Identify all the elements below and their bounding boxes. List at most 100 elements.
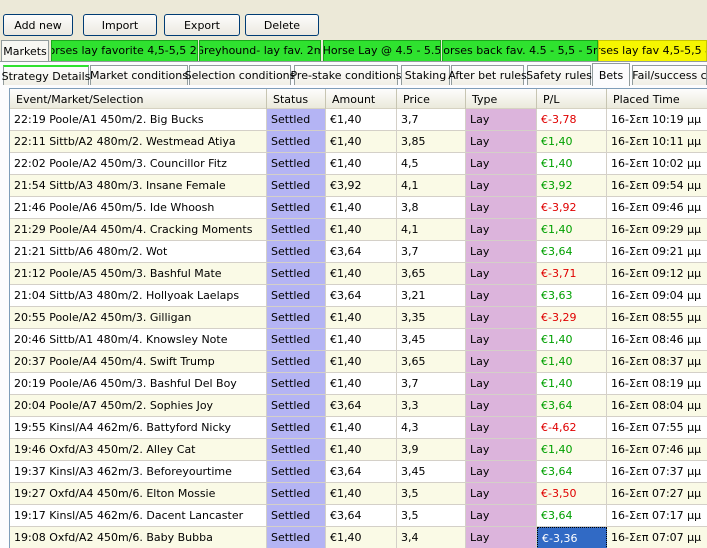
cell-type: Lay — [466, 461, 537, 483]
import-button[interactable]: Import — [83, 14, 157, 36]
cell-price: 3,65 — [397, 351, 466, 373]
add-new-button[interactable]: Add new — [3, 14, 73, 36]
cell-pl: €1,40 — [537, 351, 607, 373]
cell-event: 21:54 Sittb/A3 480m/3. Insane Female — [10, 175, 267, 197]
table-row[interactable]: 21:54 Sittb/A3 480m/3. Insane Female Sett… — [10, 175, 707, 197]
column-header-pl[interactable]: P/L — [537, 89, 607, 109]
cell-pl: €3,64 — [537, 241, 607, 263]
market-tab[interactable]: horses back fav. 4.5 - 5,5 - 5m — [442, 40, 598, 62]
tab-fail-success-c[interactable]: Fail/success c — [632, 65, 707, 85]
cell-pl: €3,64 — [537, 395, 607, 417]
cell-status: Settled — [267, 109, 326, 131]
cell-amount: €1,40 — [326, 153, 397, 175]
cell-status: Settled — [267, 197, 326, 219]
tab-selection-conditions[interactable]: Selection conditions — [185, 65, 295, 85]
cell-type: Lay — [466, 307, 537, 329]
table-row[interactable]: 21:29 Poole/A4 450m/4. Cracking Moments S… — [10, 219, 707, 241]
table-row[interactable]: 20:37 Poole/A4 450m/4. Swift Trump Settle… — [10, 351, 707, 373]
cell-status: Settled — [267, 175, 326, 197]
cell-event: 19:46 Oxfd/A3 450m/2. Alley Cat — [10, 439, 267, 461]
cell-price: 3,7 — [397, 241, 466, 263]
table-row[interactable]: 19:27 Oxfd/A4 450m/6. Elton Mossie Settle… — [10, 483, 707, 505]
cell-event: 20:19 Poole/A6 450m/3. Bashful Del Boy — [10, 373, 267, 395]
cell-status: Settled — [267, 527, 326, 548]
tab-market-conditions[interactable]: Market conditions — [90, 65, 188, 85]
cell-event: 21:21 Sittb/A6 480m/2. Wot — [10, 241, 267, 263]
table-row[interactable]: 22:19 Poole/A1 450m/2. Big Bucks Settled €… — [10, 109, 707, 131]
market-tab[interactable]: Greyhound- lay fav. 2m — [199, 40, 321, 62]
tab-staking[interactable]: Staking — [401, 65, 450, 85]
cell-type: Lay — [466, 241, 537, 263]
cell-status: Settled — [267, 439, 326, 461]
strategy-tab-strip: Strategy Details Market conditions Selecti… — [0, 63, 707, 86]
table-row[interactable]: 20:55 Poole/A2 450m/3. Gilligan Settled €1… — [10, 307, 707, 329]
cell-price: 3,21 — [397, 285, 466, 307]
cell-amount: €1,40 — [326, 197, 397, 219]
cell-type: Lay — [466, 219, 537, 241]
cell-type: Lay — [466, 351, 537, 373]
table-row[interactable]: 21:04 Sittb/A3 480m/2. Hollyoak Laelaps S… — [10, 285, 707, 307]
column-header-status[interactable]: Status — [267, 89, 326, 109]
table-row[interactable]: 19:08 Oxfd/A2 450m/6. Baby Bubba Settled €… — [10, 527, 707, 548]
table-row[interactable]: 20:46 Sittb/A1 480m/4. Knowsley Note Sett… — [10, 329, 707, 351]
cell-status: Settled — [267, 241, 326, 263]
cell-pl: €1,40 — [537, 219, 607, 241]
column-header-amount[interactable]: Amount — [326, 89, 397, 109]
table-row[interactable]: 19:17 Kinsl/A5 462m/6. Dacent Lancaster S… — [10, 505, 707, 527]
tab-markets[interactable]: Markets — [1, 40, 49, 62]
market-tab[interactable]: Horse Lay @ 4.5 - 5.5 — [323, 40, 441, 62]
table-row[interactable]: 22:02 Poole/A2 450m/3. Councillor Fitz Se… — [10, 153, 707, 175]
table-row[interactable]: 19:46 Oxfd/A3 450m/2. Alley Cat Settled €1… — [10, 439, 707, 461]
cell-placed: 16-Σεπ 07:55 μμ — [607, 417, 707, 439]
cell-type: Lay — [466, 197, 537, 219]
market-tab-strip: Marketshorses lay favorite 4,5-5,5 2mGre… — [0, 40, 707, 62]
table-row[interactable]: 21:46 Poole/A6 450m/5. Ide Whoosh Settled… — [10, 197, 707, 219]
cell-pl: €1,40 — [537, 153, 607, 175]
cell-pl: €-3,50 — [537, 483, 607, 505]
table-row[interactable]: 21:21 Sittb/A6 480m/2. Wot Settled €3,64 3,… — [10, 241, 707, 263]
table-row[interactable]: 20:04 Poole/A7 450m/2. Sophies Joy Settle… — [10, 395, 707, 417]
tab-strategy-details[interactable]: Strategy Details — [2, 65, 90, 85]
column-header-type[interactable]: Type — [466, 89, 537, 109]
tab-pre-stake-conditions[interactable]: Pre-stake conditions — [290, 65, 402, 85]
cell-event: 20:46 Sittb/A1 480m/4. Knowsley Note — [10, 329, 267, 351]
cell-type: Lay — [466, 329, 537, 351]
tab-safety-rules[interactable]: Safety rules — [526, 65, 592, 85]
cell-type: Lay — [466, 263, 537, 285]
tab-bets[interactable]: Bets — [592, 63, 630, 86]
tab-after-bet-rules[interactable]: After bet rules — [448, 65, 527, 85]
export-button[interactable]: Export — [164, 14, 240, 36]
cell-pl: €-4,62 — [537, 417, 607, 439]
cell-pl: €-3,92 — [537, 197, 607, 219]
table-row[interactable]: 19:55 Kinsl/A4 462m/6. Battyford Nicky Se… — [10, 417, 707, 439]
cell-placed: 16-Σεπ 08:37 μμ — [607, 351, 707, 373]
cell-type: Lay — [466, 417, 537, 439]
cell-event: 19:55 Kinsl/A4 462m/6. Battyford Nicky — [10, 417, 267, 439]
cell-amount: €3,64 — [326, 461, 397, 483]
delete-button[interactable]: Delete — [245, 14, 319, 36]
cell-event: 20:37 Poole/A4 450m/4. Swift Trump — [10, 351, 267, 373]
table-row[interactable]: 19:37 Kinsl/A3 462m/3. Beforeyourtime Set… — [10, 461, 707, 483]
cell-event: 21:46 Poole/A6 450m/5. Ide Whoosh — [10, 197, 267, 219]
cell-placed: 16-Σεπ 10:19 μμ — [607, 109, 707, 131]
cell-price: 3,5 — [397, 505, 466, 527]
column-header-price[interactable]: Price — [397, 89, 466, 109]
column-header-event[interactable]: Event/Market/Selection — [10, 89, 267, 109]
market-tab[interactable]: horses lay favorite 4,5-5,5 2m — [51, 40, 198, 62]
cell-amount: €3,64 — [326, 241, 397, 263]
cell-price: 4,3 — [397, 417, 466, 439]
table-row[interactable]: 22:11 Sittb/A2 480m/2. Westmead Atiya Set… — [10, 131, 707, 153]
cell-pl: €1,40 — [537, 373, 607, 395]
cell-amount: €1,40 — [326, 417, 397, 439]
table-row[interactable]: 20:19 Poole/A6 450m/3. Bashful Del Boy Se… — [10, 373, 707, 395]
cell-placed: 16-Σεπ 07:17 μμ — [607, 505, 707, 527]
cell-placed: 16-Σεπ 09:29 μμ — [607, 219, 707, 241]
cell-status: Settled — [267, 417, 326, 439]
cell-pl: €3,63 — [537, 285, 607, 307]
cell-placed: 16-Σεπ 07:27 μμ — [607, 483, 707, 505]
column-header-placed[interactable]: Placed Time — [607, 89, 707, 109]
cell-amount: €1,40 — [326, 329, 397, 351]
cell-placed: 16-Σεπ 07:46 μμ — [607, 439, 707, 461]
market-tab[interactable]: horses lay fav 4,5-5,5 8m — [598, 40, 707, 62]
table-row[interactable]: 21:12 Poole/A5 450m/3. Bashful Mate Settl… — [10, 263, 707, 285]
